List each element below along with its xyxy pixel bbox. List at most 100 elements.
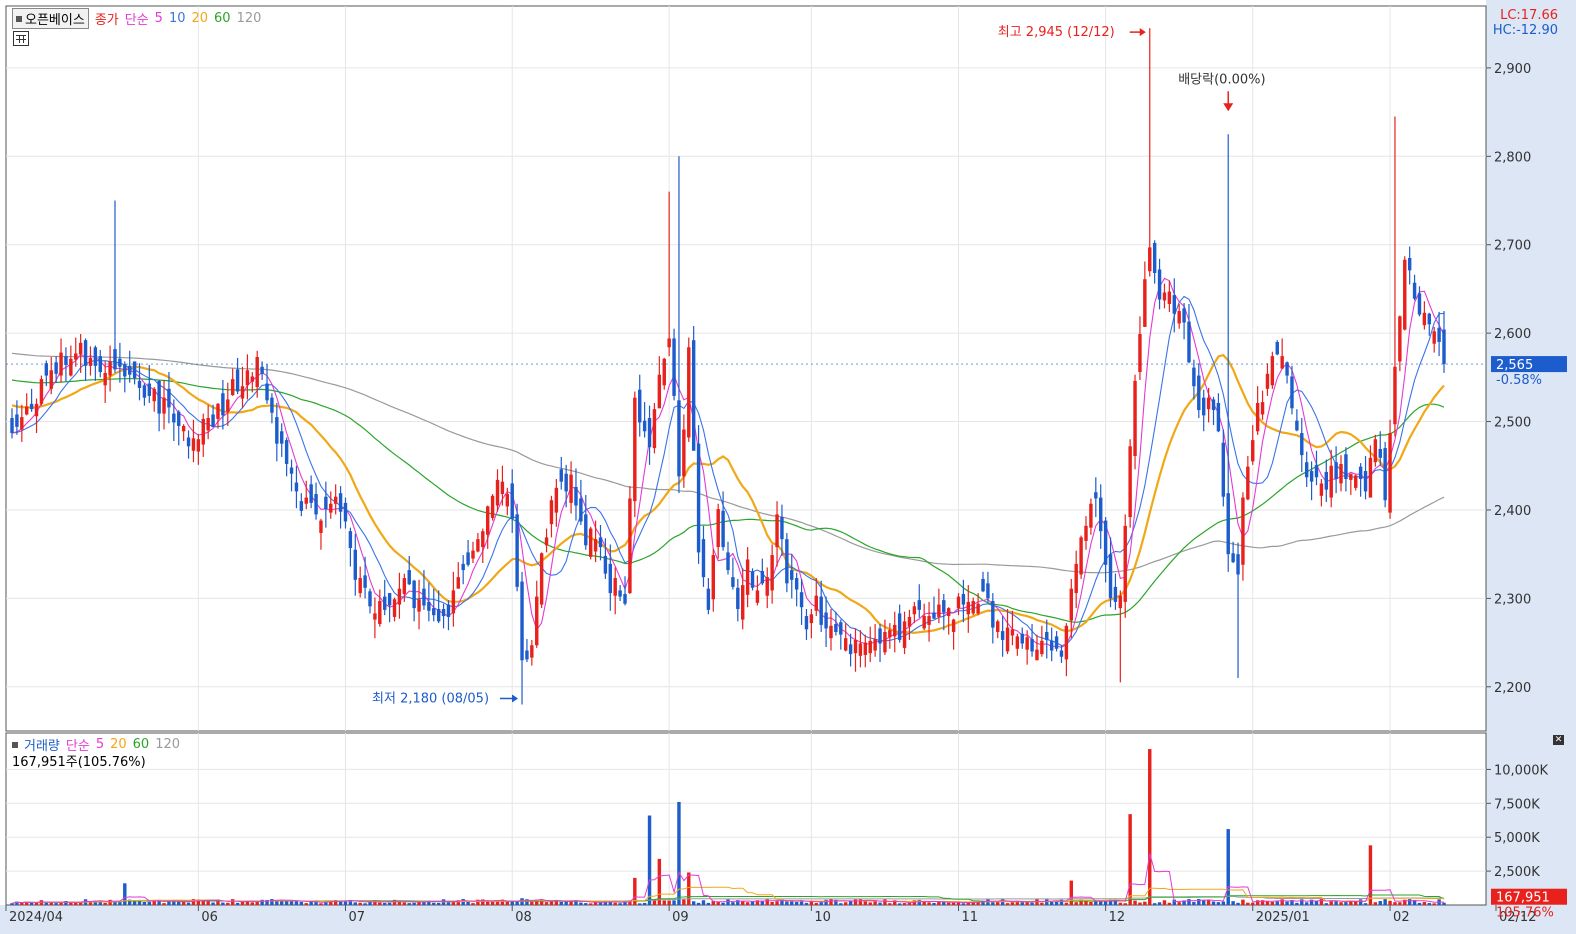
candle-body <box>1309 471 1314 482</box>
stock-chart[interactable]: 2,200 2,300 2,400 2,500 2,600 2,700 2,800 2,900… <box>0 0 1576 934</box>
candle-body <box>1388 433 1392 513</box>
candle-body <box>1300 433 1304 456</box>
candle-body <box>1118 595 1123 609</box>
candle-body <box>1349 473 1353 480</box>
candle-body <box>432 608 436 616</box>
volume-bar <box>1373 902 1378 905</box>
candle-body <box>368 591 372 607</box>
low-annotation: 최저 2,180 (08/05) <box>372 691 519 706</box>
candle-body <box>981 578 985 592</box>
candle-body <box>108 361 112 376</box>
price-tick-label: 2,900 <box>1494 62 1531 77</box>
candle-body <box>123 364 127 377</box>
volume-bar <box>471 903 475 905</box>
volume-bar <box>613 902 617 905</box>
ma5-label: 5 <box>154 11 163 26</box>
candle-body <box>804 616 809 630</box>
volume-bar <box>588 903 593 905</box>
candle-body <box>118 358 122 367</box>
candle-body <box>579 498 583 522</box>
candle-body <box>397 588 402 605</box>
candle-body <box>559 469 563 482</box>
volume-bar <box>721 902 725 905</box>
candle-body <box>299 501 304 511</box>
volume-bar <box>1152 903 1157 905</box>
candle-body <box>1368 457 1373 498</box>
candle-body <box>996 621 1000 632</box>
candle-body <box>799 592 804 608</box>
volume-bar <box>1211 901 1216 905</box>
volume-bar <box>750 901 755 905</box>
candle-body <box>500 481 505 495</box>
volume-bar <box>1025 902 1029 905</box>
candle-body <box>348 531 353 548</box>
time-tick-label: 11 <box>961 910 978 925</box>
candle-body <box>736 587 740 609</box>
candle-body <box>584 514 588 546</box>
candle-body <box>976 603 980 614</box>
volume-bar <box>1010 902 1015 905</box>
candle-body <box>1143 279 1147 327</box>
volume-bar <box>956 902 961 905</box>
candle-body <box>127 365 132 375</box>
volume-bar <box>1099 901 1103 905</box>
volume-bar <box>922 901 926 905</box>
candle-body <box>716 509 720 548</box>
volume-bar <box>1422 901 1427 905</box>
candle-body <box>1314 464 1319 478</box>
volume-bar <box>691 901 696 905</box>
lc-label: LC:17.66 <box>1500 8 1558 23</box>
volume-bar <box>618 903 622 905</box>
candle-body <box>373 613 377 620</box>
volume-bar <box>64 901 68 905</box>
volume-bar <box>383 902 387 905</box>
candle-body <box>902 621 907 648</box>
volume-bar <box>716 901 720 905</box>
price-tick-label: 2,800 <box>1494 150 1531 165</box>
candle-body <box>1324 471 1329 490</box>
volume-bars <box>10 749 1446 905</box>
candle-body <box>1123 525 1127 602</box>
candle-body <box>167 388 171 408</box>
low-annotation-label: 최저 2,180 (08/05) <box>372 691 489 706</box>
ma10-line <box>11 295 1445 647</box>
candle-body <box>69 358 73 376</box>
candle-body <box>363 575 367 588</box>
volume-bar <box>731 902 735 905</box>
ma120-label: 120 <box>236 11 262 26</box>
candle-body <box>34 403 39 417</box>
candle-body <box>103 372 107 386</box>
candle-body <box>378 601 382 625</box>
volume-bar <box>1128 814 1132 905</box>
candle-body <box>1045 631 1049 640</box>
volume-bar <box>1280 899 1284 905</box>
volume-bar <box>745 902 750 905</box>
candle-body <box>657 374 662 409</box>
volume-bar <box>1442 902 1446 905</box>
candle-body <box>843 638 848 651</box>
volume-bar <box>907 903 912 905</box>
candle-body <box>451 590 456 614</box>
candle-body <box>481 531 485 548</box>
stock-selector[interactable]: 오픈베이스 <box>12 8 89 29</box>
volume-bar <box>108 899 112 905</box>
candle-body <box>436 608 441 622</box>
candle-body <box>226 399 230 412</box>
close-panel-icon[interactable]: ✕ <box>1553 735 1564 745</box>
candle-body <box>211 414 215 427</box>
candle-body <box>427 601 431 611</box>
candle-body <box>1412 282 1417 299</box>
candle-body <box>623 593 627 604</box>
volume-bar <box>1201 900 1206 905</box>
candle-body <box>338 493 343 512</box>
candle-body <box>1079 537 1083 575</box>
volume-bar <box>932 902 936 905</box>
high-annotation: 최고 2,945 (12/12) <box>998 25 1146 40</box>
candle-body <box>446 604 451 617</box>
candle-body <box>250 376 255 382</box>
volume-bar <box>584 903 588 905</box>
volume-bar <box>1064 902 1069 905</box>
data-table-icon[interactable] <box>13 31 29 46</box>
candle-body <box>83 340 88 366</box>
price-type-label: 종가 <box>94 13 119 28</box>
